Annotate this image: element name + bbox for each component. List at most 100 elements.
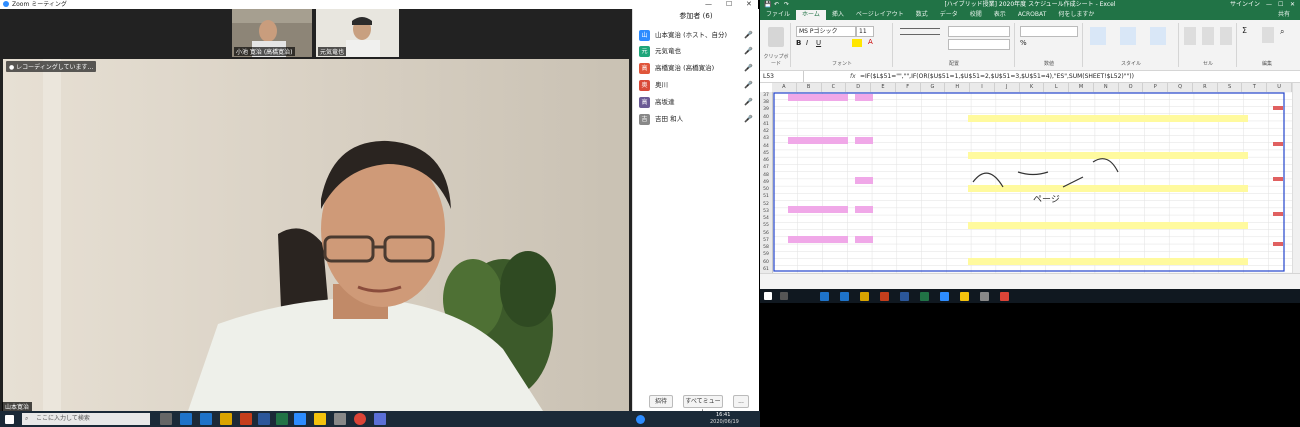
insert-cells-icon[interactable] [1184, 27, 1196, 45]
row-header[interactable]: 60 [760, 259, 772, 266]
column-header[interactable]: H [945, 83, 971, 92]
column-header[interactable]: S [1218, 83, 1243, 92]
row-header[interactable]: 45 [760, 150, 772, 157]
row-header[interactable]: 39 [760, 106, 772, 113]
row-header[interactable]: 42 [760, 128, 772, 135]
mute-all-button[interactable]: すべてミュート [683, 395, 723, 416]
tab-insert[interactable]: 挿入 [826, 10, 850, 20]
column-header[interactable]: M [1069, 83, 1094, 92]
explorer-icon[interactable] [220, 413, 232, 425]
ie-icon[interactable] [200, 413, 212, 425]
thumbnail-video-2[interactable]: 元気竜也 [316, 9, 399, 57]
mic-muted-icon[interactable]: 🎤 [744, 113, 753, 125]
number-format-select[interactable] [1020, 26, 1078, 37]
column-header[interactable]: T [1242, 83, 1268, 92]
row-header[interactable]: 61 [760, 266, 772, 273]
column-header[interactable]: R [1193, 83, 1218, 92]
row-header[interactable]: 41 [760, 121, 772, 128]
more-button[interactable]: ... [733, 395, 749, 408]
row-header[interactable]: 48 [760, 172, 772, 179]
column-header[interactable]: N [1094, 83, 1119, 92]
column-header[interactable]: A [772, 83, 797, 92]
chrome-icon[interactable] [1000, 292, 1009, 301]
row-header[interactable]: 37 [760, 92, 772, 99]
row-header[interactable]: 56 [760, 230, 772, 237]
participant-row[interactable]: 高 高橋寛治 (高橋寛治) 🎤 [639, 62, 755, 78]
app-icon[interactable] [374, 413, 386, 425]
zoom-icon[interactable] [294, 413, 306, 425]
row-header[interactable]: 54 [760, 215, 772, 222]
windows-start-icon[interactable] [764, 292, 772, 300]
row-header[interactable]: 47 [760, 164, 772, 171]
fill-color-icon[interactable] [852, 39, 862, 47]
invite-button[interactable]: 招待 [649, 395, 673, 408]
font-color-icon[interactable]: A [868, 38, 873, 46]
word-icon[interactable] [258, 413, 270, 425]
tab-acrobat[interactable]: ACROBAT [1012, 10, 1053, 20]
mic-muted-icon[interactable]: 🎤 [744, 29, 753, 41]
tab-view[interactable]: 表示 [988, 10, 1012, 20]
merge-center-button[interactable] [948, 39, 1010, 50]
powerpoint-icon[interactable] [240, 413, 252, 425]
word-icon[interactable] [900, 292, 909, 301]
help-icon[interactable] [636, 415, 645, 424]
tab-formulas[interactable]: 数式 [910, 10, 934, 20]
row-header[interactable]: 43 [760, 135, 772, 142]
share-button[interactable]: 共有 [1272, 10, 1296, 20]
redo-icon[interactable]: ↷ [784, 0, 789, 10]
column-header[interactable]: D [846, 83, 872, 92]
font-size-select[interactable]: 11 [856, 26, 874, 37]
name-box[interactable]: L53 [760, 71, 804, 82]
chrome-icon[interactable] [354, 413, 366, 425]
sign-in-link[interactable]: サインイン [1230, 0, 1260, 10]
sort-filter-icon[interactable] [1262, 27, 1274, 43]
column-header[interactable]: B [797, 83, 822, 92]
participant-row[interactable]: 山 山本寛治 (ホスト、自分) 🎤 [639, 29, 755, 45]
excel-icon[interactable] [920, 292, 929, 301]
row-header[interactable]: 59 [760, 251, 772, 258]
paste-icon[interactable] [768, 27, 784, 47]
row-header[interactable]: 53 [760, 208, 772, 215]
participant-row[interactable]: 高 高坂達 🎤 [639, 96, 755, 112]
photos-icon[interactable] [980, 292, 989, 301]
row-header[interactable]: 52 [760, 201, 772, 208]
tell-me-search[interactable]: 何をしますか [1052, 10, 1100, 20]
mic-icon[interactable]: 🎤 [744, 45, 753, 57]
save-icon[interactable]: 💾 [764, 0, 771, 10]
delete-cells-icon[interactable] [1202, 27, 1214, 45]
fx-icon[interactable]: fx [850, 71, 856, 82]
zoom-icon[interactable] [940, 292, 949, 301]
bold-icon[interactable]: B [796, 39, 801, 47]
mic-icon[interactable]: 🎤 [744, 62, 753, 74]
column-header[interactable]: O [1119, 83, 1144, 92]
minimize-icon[interactable]: — [1266, 0, 1272, 10]
row-header[interactable]: 40 [760, 114, 772, 121]
row-header[interactable]: 58 [760, 244, 772, 251]
format-cells-icon[interactable] [1220, 27, 1232, 45]
conditional-format-icon[interactable] [1090, 27, 1106, 45]
find-select-icon[interactable]: ⌕ [1280, 27, 1284, 37]
cell-styles-icon[interactable] [1150, 27, 1166, 45]
row-header[interactable]: 38 [760, 99, 772, 106]
column-header[interactable]: P [1143, 83, 1169, 92]
photos-icon[interactable] [334, 413, 346, 425]
format-table-icon[interactable] [1120, 27, 1136, 45]
undo-icon[interactable]: ↶ [774, 0, 779, 10]
autosum-icon[interactable]: Σ [1242, 26, 1247, 35]
close-icon[interactable]: ✕ [1290, 0, 1295, 10]
row-header[interactable]: 44 [760, 143, 772, 150]
wrap-text-button[interactable] [948, 26, 1010, 37]
ie-icon[interactable] [840, 292, 849, 301]
minimize-icon[interactable]: — [705, 0, 712, 9]
row-header[interactable]: 55 [760, 222, 772, 229]
row-header[interactable]: 50 [760, 186, 772, 193]
mic-muted-icon[interactable]: 🎤 [744, 79, 753, 91]
mic-muted-icon[interactable]: 🎤 [744, 96, 753, 108]
column-header[interactable]: G [921, 83, 946, 92]
formula-input[interactable]: =IF($L$51="","",IF(OR($U$51=1,$U$51=2,$U… [860, 71, 1134, 82]
close-icon[interactable]: ✕ [746, 0, 752, 9]
underline-icon[interactable]: U [816, 39, 821, 47]
powerpoint-icon[interactable] [880, 292, 889, 301]
row-header[interactable]: 51 [760, 193, 772, 200]
thumbnail-video-1[interactable]: 小池 寛治 (高橋寛治) [232, 9, 312, 57]
